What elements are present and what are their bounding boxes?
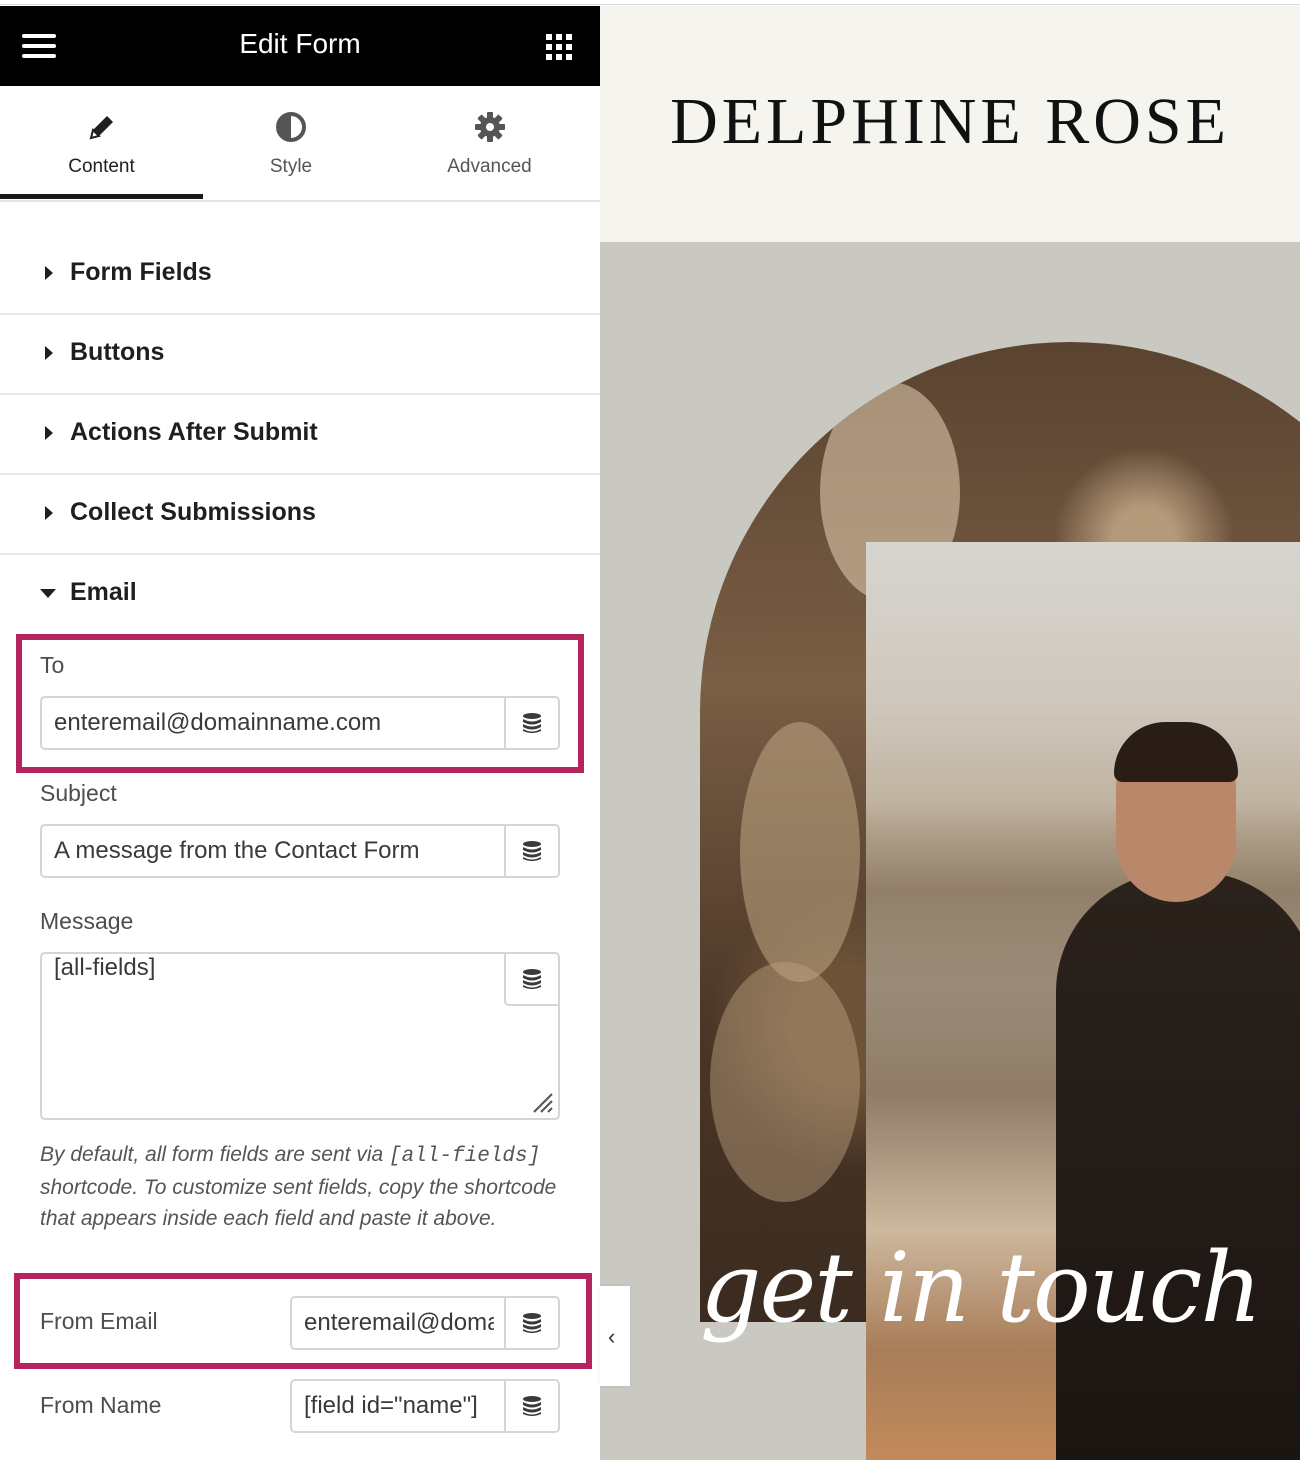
section-label: Actions After Submit: [70, 418, 318, 446]
subject-field[interactable]: A message from the Contact Form: [40, 824, 560, 878]
section-collect-submissions[interactable]: Collect Submissions: [0, 473, 600, 555]
section-label: Email: [70, 578, 137, 606]
section-label: Buttons: [70, 338, 165, 366]
dynamic-tags-button[interactable]: [504, 1381, 558, 1431]
dynamic-tags-button[interactable]: [504, 954, 558, 1006]
panel-header: Edit Form: [0, 6, 600, 86]
window-top-edge: [0, 0, 1300, 5]
chevron-left-icon: ‹: [608, 1324, 616, 1349]
subject-value: A message from the Contact Form: [54, 837, 420, 864]
message-textarea[interactable]: [all-fields]: [40, 952, 560, 1120]
database-icon: [523, 969, 541, 989]
contrast-icon: [276, 112, 306, 142]
widgets-grid-icon[interactable]: [546, 34, 574, 62]
plume-shape: [710, 962, 860, 1202]
pencil-icon: [89, 116, 113, 140]
tab-style-label: Style: [269, 156, 313, 177]
subject-label: Subject: [40, 780, 117, 806]
active-tab-indicator: [0, 194, 203, 199]
section-actions-after-submit[interactable]: Actions After Submit: [0, 393, 600, 475]
from-name-label: From Name: [40, 1392, 162, 1418]
message-label: Message: [40, 908, 134, 934]
page-preview: DELPHINE ROSE get in touch: [600, 6, 1300, 1460]
collapse-panel-button[interactable]: ‹: [600, 1286, 630, 1386]
photo-figure: [1056, 872, 1300, 1460]
caret-down-icon: [40, 589, 56, 598]
help-text-end: shortcode. To customize sent fields, cop…: [40, 1176, 557, 1230]
gear-icon: [474, 112, 505, 142]
caret-right-icon: [45, 346, 53, 360]
section-label: Collect Submissions: [70, 498, 316, 526]
panel-tabs: Content Style Advanced: [0, 86, 600, 202]
tab-content-label: Content: [68, 156, 135, 177]
caret-right-icon: [45, 506, 53, 520]
caret-right-icon: [45, 266, 53, 280]
tab-style[interactable]: Style: [203, 86, 379, 200]
database-icon: [523, 1396, 541, 1416]
tab-advanced[interactable]: Advanced: [379, 86, 600, 200]
from-name-value: [field id="name"]: [304, 1392, 478, 1419]
tab-content[interactable]: Content: [0, 86, 203, 200]
resize-handle-icon[interactable]: [530, 1090, 554, 1114]
tab-advanced-label: Advanced: [447, 156, 532, 177]
site-logo-text: DELPHINE ROSE: [670, 85, 1230, 158]
dynamic-tags-button[interactable]: [504, 826, 558, 876]
help-shortcode: [all-fields]: [389, 1145, 541, 1168]
database-icon: [523, 841, 541, 861]
section-form-fields[interactable]: Form Fields: [0, 233, 600, 315]
from-email-highlight-box: [14, 1273, 592, 1369]
site-header: DELPHINE ROSE: [600, 6, 1300, 242]
message-value: [all-fields]: [54, 954, 156, 981]
section-label: Form Fields: [70, 258, 212, 286]
plume-shape: [740, 722, 860, 982]
section-buttons[interactable]: Buttons: [0, 313, 600, 395]
from-name-field[interactable]: [field id="name"]: [290, 1379, 560, 1433]
caret-right-icon: [45, 426, 53, 440]
hero-section: get in touch: [600, 242, 1300, 1460]
photo-figure-hair: [1114, 722, 1238, 782]
get-in-touch-heading: get in touch: [700, 1232, 1262, 1344]
editor-panel: Edit Form Content Style Advanced Form Fi…: [0, 6, 600, 1460]
help-text-start: By default, all form fields are sent via: [40, 1143, 389, 1166]
message-help-text: By default, all form fields are sent via…: [40, 1139, 570, 1234]
section-email[interactable]: Email: [0, 553, 600, 633]
to-highlight-box: [16, 634, 584, 773]
panel-title: Edit Form: [239, 28, 361, 59]
